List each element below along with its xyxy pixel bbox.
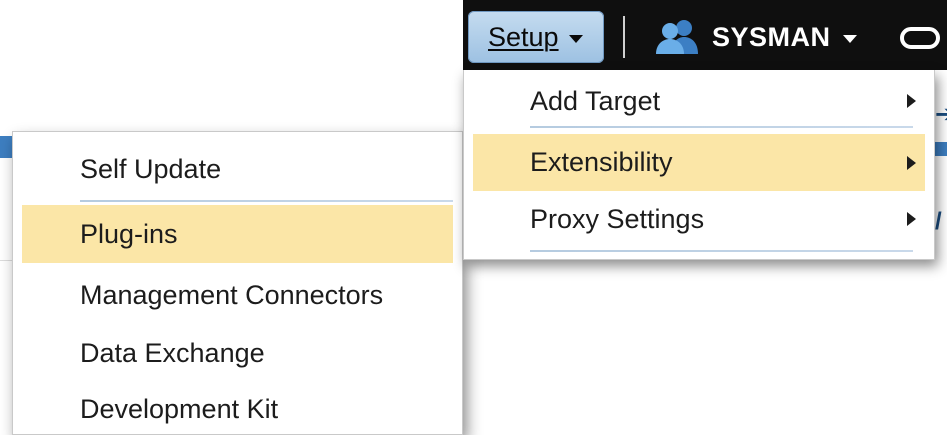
menu-item-label: Data Exchange <box>80 337 265 368</box>
menu-item-label: Management Connectors <box>80 279 384 310</box>
menu-item-add-target[interactable]: Add Target <box>473 74 925 128</box>
users-icon <box>656 20 698 54</box>
background-pencil-fragment: / <box>935 208 942 235</box>
menu-item-development-kit[interactable]: Development Kit <box>22 382 453 435</box>
chevron-right-icon <box>907 94 916 108</box>
menu-item-proxy-settings[interactable]: Proxy Settings <box>473 192 925 246</box>
setup-menu-button[interactable]: Setup <box>468 11 604 63</box>
menu-item-label: Proxy Settings <box>530 203 705 234</box>
menu-item-data-exchange[interactable]: Data Exchange <box>22 324 453 382</box>
menu-item-label: Add Target <box>530 85 661 116</box>
setup-button-label: Setup <box>488 21 559 52</box>
menu-item-label: Extensibility <box>530 147 673 177</box>
toolbar-separator <box>623 16 625 58</box>
chevron-down-icon <box>568 34 583 43</box>
menu-item-management-connectors[interactable]: Management Connectors <box>22 266 453 324</box>
chevron-right-icon <box>907 212 916 226</box>
menu-item-label: Self Update <box>80 153 222 184</box>
menu-divider <box>530 250 913 252</box>
menu-item-label: Development Kit <box>80 393 279 424</box>
menu-divider <box>530 126 913 128</box>
menu-divider <box>80 200 453 202</box>
user-name-label: SYSMAN <box>712 21 831 52</box>
oracle-ring-icon[interactable] <box>900 27 940 49</box>
chevron-right-icon <box>907 155 916 170</box>
background-header-strip-right <box>935 142 947 156</box>
screen: ⸗ / ➔ Setup SYSMAN Add Target Extensibil… <box>0 0 947 435</box>
user-menu-button[interactable]: SYSMAN <box>712 17 857 57</box>
menu-item-self-update[interactable]: Self Update <box>22 140 453 198</box>
chevron-down-icon <box>842 34 857 43</box>
menu-item-label: Plug-ins <box>80 218 178 249</box>
menu-item-plug-ins[interactable]: Plug-ins <box>22 205 453 263</box>
menu-item-extensibility[interactable]: Extensibility <box>473 134 925 191</box>
extensibility-submenu: Self Update Plug-ins Management Connecto… <box>12 131 463 435</box>
global-top-bar: Setup SYSMAN <box>463 0 947 70</box>
setup-dropdown-menu: Add Target Extensibility Proxy Settings <box>463 70 935 260</box>
background-arrow-fragment: ➔ <box>935 101 947 128</box>
